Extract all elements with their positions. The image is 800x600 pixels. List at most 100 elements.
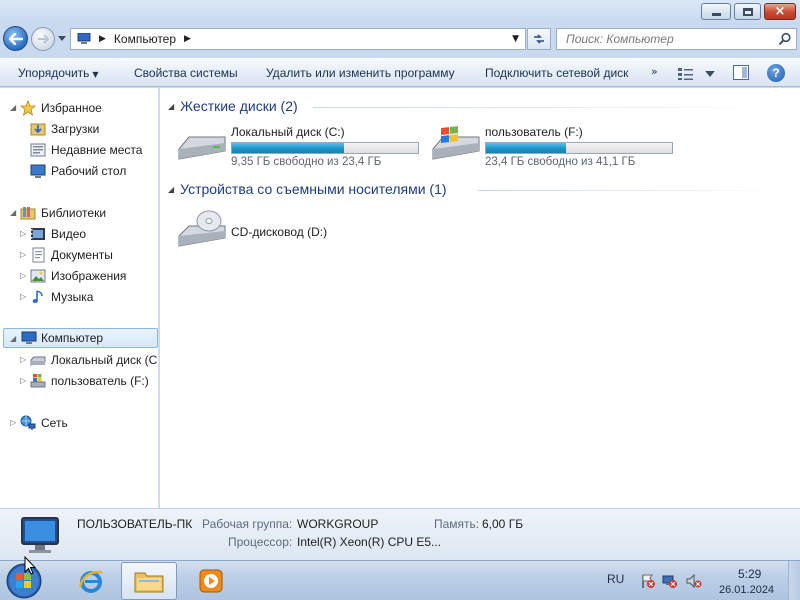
organize-menu[interactable]: Упорядочить ▼: [18, 66, 99, 80]
map-network-drive-button[interactable]: Подключить сетевой диск: [485, 66, 628, 80]
details-pane: ПОЛЬЗОВАТЕЛЬ-ПК Рабочая группа: WORKGROU…: [0, 508, 800, 560]
drive-free-space: 9,35 ГБ свободно из 23,4 ГБ: [231, 156, 382, 168]
change-view-button[interactable]: [677, 65, 715, 82]
taskbar-media-player[interactable]: [183, 562, 239, 600]
downloads-folder-icon: [30, 123, 46, 136]
nav-downloads[interactable]: Загрузки: [0, 119, 158, 139]
collapse-icon[interactable]: ◢: [10, 208, 16, 217]
hard-disk-icon: [30, 356, 46, 366]
memory-label: Память:: [434, 517, 480, 531]
chevron-down-icon: [705, 70, 715, 77]
back-button[interactable]: [3, 26, 28, 51]
nav-libraries[interactable]: ◢ Библиотеки: [0, 203, 158, 223]
taskbar-windows-explorer[interactable]: [121, 562, 177, 600]
memory-value: 6,00 ГБ: [482, 517, 524, 531]
drive-name: пользователь (F:): [485, 125, 583, 139]
network-status-icon[interactable]: [662, 573, 678, 589]
group-header-removable[interactable]: ◢ Устройства со съемными носителями (1): [168, 181, 447, 197]
workgroup-label: Рабочая группа:: [202, 517, 293, 531]
expand-icon[interactable]: ▷: [20, 376, 26, 385]
nav-user-drive-f[interactable]: ▷ пользователь (F:): [0, 371, 158, 391]
nav-label: Сеть: [41, 416, 68, 430]
drive-usage-fill: [232, 143, 344, 153]
taskbar-internet-explorer[interactable]: [63, 562, 119, 600]
drive-item-d[interactable]: CD-дисковод (D:): [177, 210, 377, 254]
refresh-button[interactable]: [527, 28, 551, 50]
language-indicator[interactable]: RU: [607, 572, 624, 586]
more-commands-button[interactable]: »: [651, 65, 658, 78]
nav-music[interactable]: ▷ Музыка: [0, 287, 158, 307]
drive-usage-fill: [486, 143, 566, 153]
search-input[interactable]: [557, 29, 772, 49]
group-divider: [478, 190, 783, 191]
nav-favorites[interactable]: ◢ Избранное: [0, 98, 158, 118]
nav-documents[interactable]: ▷ Документы: [0, 245, 158, 265]
drive-item-c[interactable]: Локальный диск (C:) 9,35 ГБ свободно из …: [177, 125, 427, 171]
back-arrow-icon: [8, 32, 23, 45]
nav-desktop[interactable]: Рабочий стол: [0, 161, 158, 181]
expand-icon[interactable]: ▷: [20, 229, 26, 238]
show-desktop-button[interactable]: [788, 561, 800, 600]
breadcrumb-separator[interactable]: ▶: [99, 34, 106, 44]
close-button[interactable]: ×: [764, 3, 796, 20]
expand-icon[interactable]: ▷: [20, 292, 26, 301]
nav-label: Музыка: [51, 290, 94, 304]
libraries-icon: [20, 207, 36, 220]
nav-label: Видео: [51, 227, 87, 241]
taskbar: RU 5:29 26.01.2024: [0, 560, 800, 600]
search-icon[interactable]: [778, 32, 792, 46]
minimize-button[interactable]: [701, 3, 731, 20]
star-icon: [20, 100, 36, 116]
collapse-icon[interactable]: ◢: [10, 334, 16, 343]
nav-network[interactable]: ▷ Сеть: [0, 413, 158, 433]
help-icon: ?: [772, 66, 780, 80]
breadcrumb-computer[interactable]: Компьютер: [114, 32, 176, 46]
search-box[interactable]: [556, 28, 797, 50]
title-bar[interactable]: ×: [0, 0, 800, 24]
nav-video[interactable]: ▷ Видео: [0, 224, 158, 244]
volume-muted-icon[interactable]: [686, 573, 702, 589]
close-icon: ×: [774, 4, 786, 19]
address-bar[interactable]: ▶ Компьютер ▶ ▼: [70, 28, 526, 50]
recent-places-icon: [30, 143, 46, 157]
nav-pictures[interactable]: ▷ Изображения: [0, 266, 158, 286]
forward-button[interactable]: [31, 27, 55, 51]
windows-drive-icon: [432, 126, 480, 160]
forward-arrow-icon: [38, 34, 49, 44]
expand-icon[interactable]: ▷: [10, 418, 16, 427]
nav-recent-places[interactable]: Недавние места: [0, 140, 158, 160]
nav-label: пользователь (F:): [51, 374, 149, 388]
pictures-library-icon: [30, 269, 46, 283]
windows-drive-icon: [30, 374, 46, 388]
clock-time[interactable]: 5:29: [738, 567, 761, 581]
computer-icon: [21, 331, 37, 344]
clock-date[interactable]: 26.01.2024: [719, 584, 774, 596]
music-library-icon: [32, 290, 43, 303]
internet-explorer-icon: [78, 570, 103, 593]
action-center-flag-icon[interactable]: [640, 573, 656, 589]
uninstall-program-button[interactable]: Удалить или изменить программу: [266, 66, 455, 80]
cpu-label: Процессор:: [228, 535, 293, 549]
expand-icon[interactable]: ▷: [20, 250, 26, 259]
preview-pane-button[interactable]: [733, 65, 749, 80]
group-title: Устройства со съемными носителями (1): [180, 181, 447, 197]
help-button[interactable]: ?: [767, 64, 785, 82]
drive-item-f[interactable]: пользователь (F:) 23,4 ГБ свободно из 41…: [431, 125, 681, 171]
expand-icon[interactable]: ▷: [20, 271, 26, 280]
network-icon: [20, 415, 36, 430]
breadcrumb-separator[interactable]: ▶: [184, 34, 191, 44]
system-properties-button[interactable]: Свойства системы: [134, 66, 238, 80]
chevron-down-icon: ▼: [92, 70, 99, 79]
recent-pages-dropdown[interactable]: [57, 33, 67, 43]
maximize-button[interactable]: [734, 3, 761, 20]
expand-icon[interactable]: ▷: [20, 355, 26, 364]
nav-label: Документы: [51, 248, 113, 262]
address-history-dropdown[interactable]: ▼: [512, 34, 519, 44]
nav-local-disk-c[interactable]: ▷ Локальный диск (C: [0, 350, 158, 370]
nav-computer[interactable]: ◢ Компьютер: [3, 328, 158, 348]
navigation-pane: ◢ Избранное Загрузки Недавние места Рабо…: [0, 88, 159, 508]
drive-name: Локальный диск (C:): [231, 125, 345, 139]
collapse-icon[interactable]: ◢: [10, 103, 16, 112]
group-header-hard-disks[interactable]: ◢ Жесткие диски (2): [168, 98, 298, 114]
folder-icon: [134, 572, 164, 593]
